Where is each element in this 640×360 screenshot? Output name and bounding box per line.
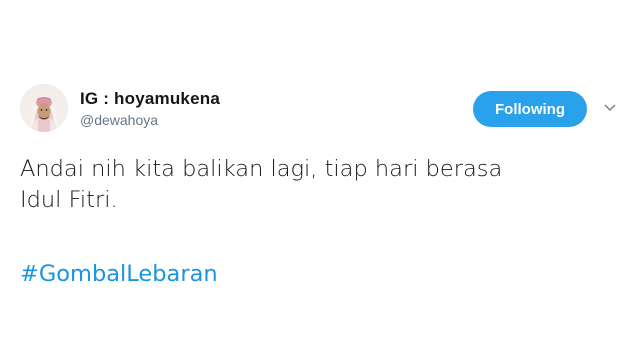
hashtag-link[interactable]: #GombalLebaran <box>20 259 218 290</box>
chevron-down-icon[interactable] <box>602 100 618 116</box>
tweet-card: IG : hoyamukena @dewahoya Following Anda… <box>0 0 640 360</box>
tweet-text-line-1: Andai nih kita balikan lagi, tiap hari b… <box>20 156 503 182</box>
avatar-image <box>20 84 68 132</box>
tweet-text-line-2: Idul Fitri. <box>20 187 118 213</box>
following-button[interactable]: Following <box>473 91 587 127</box>
user-names: IG : hoyamukena @dewahoya <box>80 89 220 129</box>
tweet-text: Andai nih kita balikan lagi, tiap hari b… <box>20 154 610 216</box>
display-name[interactable]: IG : hoyamukena <box>80 89 220 109</box>
tweet-header: IG : hoyamukena @dewahoya Following <box>20 84 625 140</box>
user-handle[interactable]: @dewahoya <box>80 111 220 129</box>
avatar[interactable] <box>20 84 68 132</box>
